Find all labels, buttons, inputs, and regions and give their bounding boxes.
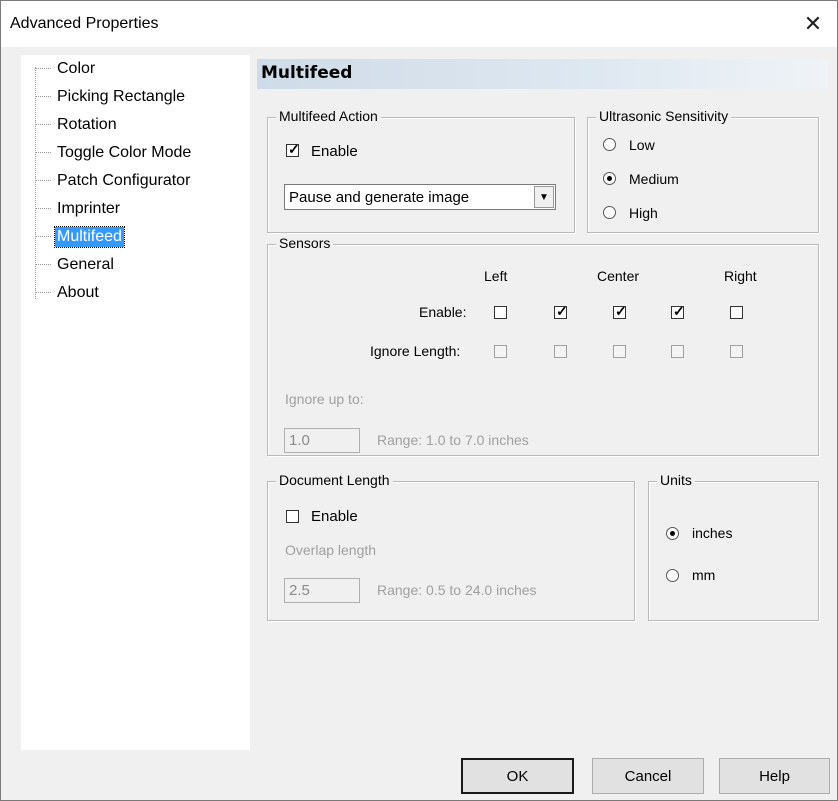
ultrasonic-sensitivity-group: Ultrasonic Sensitivity xyxy=(587,108,819,233)
sensitivity-high-radio[interactable] xyxy=(603,206,616,219)
units-mm-radio[interactable] xyxy=(666,569,679,582)
multifeed-enable-checkbox[interactable]: ✓ xyxy=(286,141,300,157)
ignore-range-label: Range: 1.0 to 7.0 inches xyxy=(377,432,529,448)
group-title: Ultrasonic Sensitivity xyxy=(596,108,732,124)
document-length-enable-checkbox[interactable] xyxy=(286,510,299,523)
sensor-column-center: Center xyxy=(597,268,640,284)
ignore-length-checkbox-2[interactable] xyxy=(554,345,567,358)
sensor-enable-checkbox-4[interactable]: ✓ xyxy=(671,303,685,319)
tree-item-label: About xyxy=(57,284,99,301)
advanced-properties-dialog: Advanced Properties ✕ Color Picking Rect… xyxy=(0,0,838,801)
sensor-enable-checkbox-3[interactable]: ✓ xyxy=(613,303,627,319)
page-title-bar: Multifeed xyxy=(257,59,828,89)
group-title: Multifeed Action xyxy=(276,108,381,124)
category-tree: Color Picking Rectangle Rotation Toggle … xyxy=(21,55,250,750)
multifeed-action-group: Multifeed Action xyxy=(267,108,575,233)
title-bar: Advanced Properties ✕ xyxy=(1,1,837,47)
page-title: Multifeed xyxy=(261,63,353,83)
ignore-up-to-label: Ignore up to: xyxy=(285,391,364,407)
sensor-column-right: Right xyxy=(724,268,757,284)
tree-item-picking-rectangle[interactable]: Picking Rectangle xyxy=(21,85,187,109)
ignore-length-checkbox-1[interactable] xyxy=(494,345,507,358)
tree-item-rotation[interactable]: Rotation xyxy=(21,113,119,137)
units-inches-label: inches xyxy=(692,525,733,541)
sensitivity-low-label: Low xyxy=(629,137,655,153)
tree-item-multifeed[interactable]: Multifeed xyxy=(21,225,125,249)
overlap-length-value: 2.5 xyxy=(289,582,310,599)
ignore-length-checkbox-5[interactable] xyxy=(730,345,743,358)
tree-item-label: Patch Configurator xyxy=(57,172,191,189)
ignore-length-checkbox-3[interactable] xyxy=(613,345,626,358)
tree-item-patch-configurator[interactable]: Patch Configurator xyxy=(21,169,192,193)
help-button[interactable]: Help xyxy=(719,758,830,794)
tree-item-about[interactable]: About xyxy=(21,281,101,305)
tree-item-label: Picking Rectangle xyxy=(57,88,186,105)
multifeed-enable-label: Enable xyxy=(311,143,358,160)
tree-item-label: Color xyxy=(57,60,96,77)
sensors-enable-label: Enable: xyxy=(419,304,467,320)
sensitivity-medium-radio[interactable] xyxy=(603,172,616,185)
select-value: Pause and generate image xyxy=(289,189,470,206)
sensor-column-left: Left xyxy=(484,268,508,284)
tree-item-toggle-color-mode[interactable]: Toggle Color Mode xyxy=(21,141,193,165)
units-mm-label: mm xyxy=(692,567,716,583)
ignore-up-to-field[interactable]: 1.0 xyxy=(284,428,360,453)
tree-item-label: Rotation xyxy=(57,116,117,133)
overlap-length-field[interactable]: 2.5 xyxy=(284,578,360,603)
sensitivity-medium-label: Medium xyxy=(629,171,679,187)
chevron-down-icon[interactable]: ▼ xyxy=(534,186,554,208)
tree-item-label: Multifeed xyxy=(54,226,125,248)
sensor-enable-checkbox-5[interactable] xyxy=(730,306,743,319)
sensor-enable-checkbox-1[interactable] xyxy=(494,306,507,319)
overlap-length-label: Overlap length xyxy=(285,542,377,558)
ok-button[interactable]: OK xyxy=(461,758,574,794)
sensitivity-high-label: High xyxy=(629,205,658,221)
ignore-length-checkbox-4[interactable] xyxy=(671,345,684,358)
tree-item-label: Imprinter xyxy=(57,200,121,217)
sensitivity-low-radio[interactable] xyxy=(603,138,616,151)
overlap-range-label: Range: 0.5 to 24.0 inches xyxy=(377,582,537,598)
tree-item-imprinter[interactable]: Imprinter xyxy=(21,197,122,221)
sensor-enable-checkbox-2[interactable]: ✓ xyxy=(554,303,568,319)
units-group: Units xyxy=(648,472,819,621)
group-title: Units xyxy=(657,472,695,488)
units-inches-radio[interactable] xyxy=(666,527,679,540)
group-title: Document Length xyxy=(276,472,393,488)
window-title: Advanced Properties xyxy=(10,15,159,32)
cancel-button[interactable]: Cancel xyxy=(592,758,704,794)
tree-item-label: General xyxy=(57,256,114,273)
tree-item-color[interactable]: Color xyxy=(21,57,97,81)
ignore-up-to-value: 1.0 xyxy=(289,432,310,449)
sensors-ignore-length-label: Ignore Length: xyxy=(370,343,461,359)
document-length-enable-label: Enable xyxy=(311,508,358,525)
close-icon[interactable]: ✕ xyxy=(795,7,831,41)
multifeed-action-select[interactable]: Pause and generate image ▼ xyxy=(284,184,556,210)
tree-item-label: Toggle Color Mode xyxy=(57,144,192,161)
group-title: Sensors xyxy=(276,235,334,251)
tree-item-general[interactable]: General xyxy=(21,253,116,277)
